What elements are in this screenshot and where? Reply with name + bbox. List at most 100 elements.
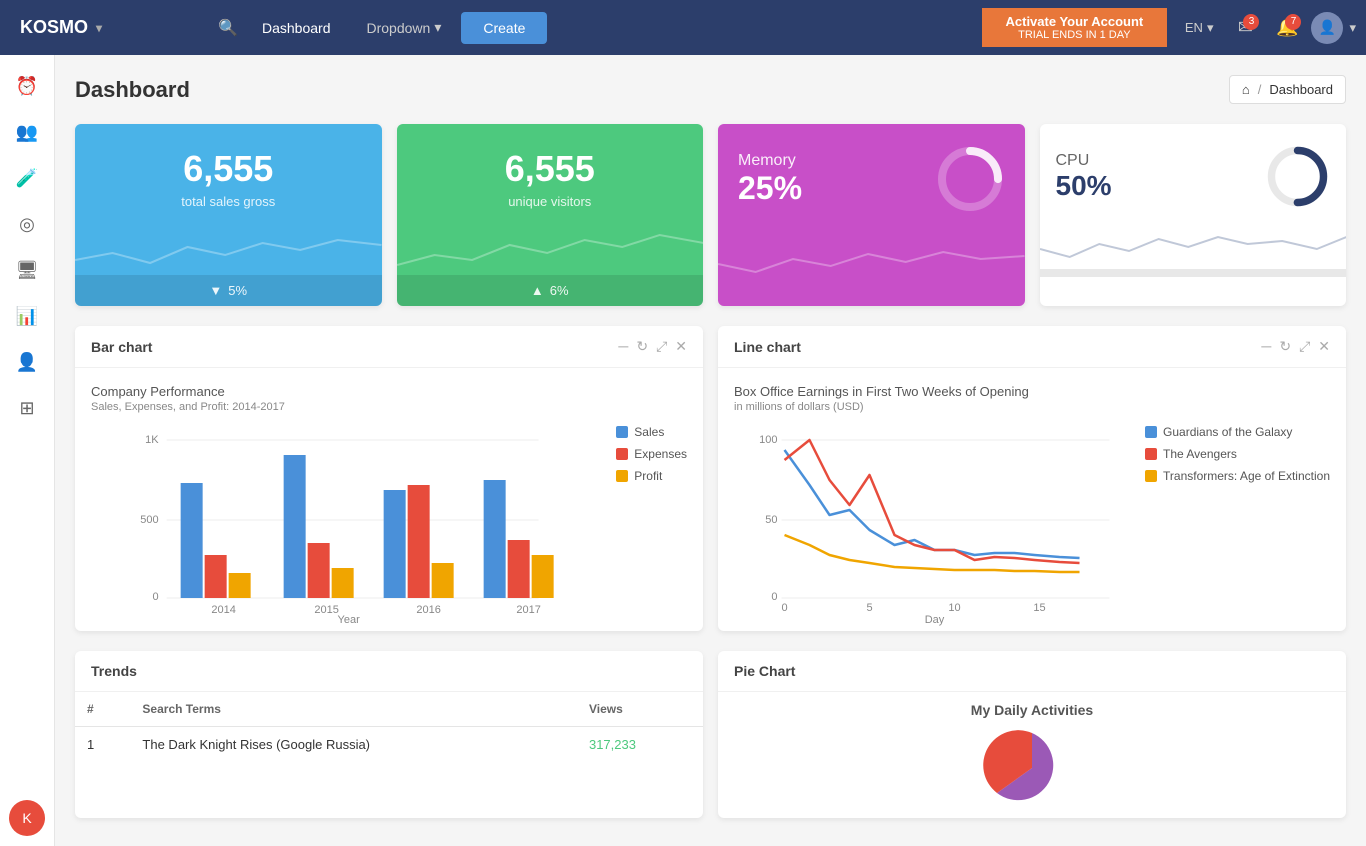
bar-minimize-icon[interactable]: ─	[618, 338, 628, 355]
trends-title: Trends	[91, 663, 137, 679]
sidebar-item-grid[interactable]: ⊞	[6, 387, 48, 429]
avatar[interactable]: 👤	[1311, 12, 1343, 44]
visitors-label: unique visitors	[417, 194, 684, 209]
bar-expand-icon[interactable]: ⤢	[656, 338, 667, 355]
breadcrumb-separator: /	[1258, 82, 1262, 97]
line-chart-subtext: in millions of dollars (USD)	[734, 401, 1330, 413]
navbar-right: EN ▾ ✉ 3 🔔 7 👤 ▾	[1167, 10, 1366, 46]
visitors-sparkline	[397, 225, 704, 275]
legend-transformers-dot	[1145, 470, 1157, 482]
line-x-axis-label: Day	[734, 614, 1135, 626]
cpu-label: CPU	[1056, 152, 1112, 170]
row-term: The Dark Knight Rises (Google Russia)	[130, 727, 577, 763]
line-minimize-icon[interactable]: ─	[1261, 338, 1271, 355]
svg-text:2017: 2017	[516, 604, 540, 615]
sidebar-item-flask[interactable]: 🧪	[6, 157, 48, 199]
sales-footer: ▼ 5%	[75, 275, 382, 306]
svg-text:5: 5	[866, 602, 872, 614]
bar-chart-subtitle: Company Performance	[91, 384, 687, 399]
bar-chart-subtext: Sales, Expenses, and Profit: 2014-2017	[91, 401, 687, 413]
bar-x-axis-label: Year	[91, 614, 606, 626]
brand-name: KOSMO	[20, 17, 88, 38]
legend-expenses: Expenses	[616, 447, 687, 461]
line-chart-body: Box Office Earnings in First Two Weeks o…	[718, 368, 1346, 631]
line-close-icon[interactable]: ✕	[1318, 338, 1330, 355]
trends-header: Trends	[75, 651, 703, 692]
nav-dropdown[interactable]: Dropdown ▾	[351, 11, 458, 44]
pie-chart-card: Pie Chart My Daily Activities	[718, 651, 1346, 818]
pie-chart-header: Pie Chart	[718, 651, 1346, 692]
page-header: Dashboard ⌂ / Dashboard	[75, 75, 1346, 104]
pie-chart-svg	[972, 728, 1092, 808]
bar-refresh-icon[interactable]: ↻	[636, 338, 648, 355]
notification-badge: 3	[1243, 14, 1259, 30]
svg-text:15: 15	[1033, 602, 1045, 614]
line-expand-icon[interactable]: ⤢	[1299, 338, 1310, 355]
sales-label: total sales gross	[95, 194, 362, 209]
memory-info-area: Memory 25%	[718, 124, 1025, 234]
breadcrumb-home-icon[interactable]: ⌂	[1242, 82, 1250, 97]
pie-chart-body: My Daily Activities	[718, 692, 1346, 818]
alert-badge: 7	[1285, 14, 1301, 30]
lang-chevron-icon: ▾	[1207, 20, 1214, 36]
nav-dashboard[interactable]: Dashboard	[246, 12, 347, 44]
sidebar-avatar[interactable]: K	[9, 800, 45, 836]
sales-trend-value: 5%	[228, 283, 247, 298]
line-legend: Guardians of the Galaxy The Avengers Tra…	[1145, 425, 1330, 615]
sidebar-item-toggle[interactable]: ◎	[6, 203, 48, 245]
memory-sparkline	[718, 234, 1025, 284]
col-views: Views	[577, 692, 703, 727]
sales-value: 6,555	[95, 148, 362, 190]
sidebar-item-users[interactable]: 👥	[6, 111, 48, 153]
bar-chart-title: Bar chart	[91, 339, 152, 355]
svg-text:2015: 2015	[314, 604, 338, 615]
brand-chevron-icon[interactable]: ▾	[96, 21, 102, 35]
sidebar-item-person[interactable]: 👤	[6, 341, 48, 383]
legend-sales-dot	[616, 426, 628, 438]
svg-text:0: 0	[781, 602, 787, 614]
svg-text:2014: 2014	[211, 604, 235, 615]
sales-sparkline	[75, 225, 382, 275]
table-row: 1 The Dark Knight Rises (Google Russia) …	[75, 727, 703, 763]
bar-chart-header: Bar chart ─ ↻ ⤢ ✕	[75, 326, 703, 368]
line-refresh-icon[interactable]: ↻	[1279, 338, 1291, 355]
legend-expenses-dot	[616, 448, 628, 460]
avatar-chevron-icon[interactable]: ▾	[1349, 20, 1356, 36]
search-button[interactable]: 🔍	[210, 10, 246, 46]
sales-trend-icon: ▼	[209, 283, 222, 298]
page-title: Dashboard	[75, 77, 190, 103]
svg-text:100: 100	[759, 434, 777, 446]
line-chart-actions: ─ ↻ ⤢ ✕	[1261, 338, 1330, 355]
bar-chart-actions: ─ ↻ ⤢ ✕	[618, 338, 687, 355]
bar-legend: Sales Expenses Profit	[616, 425, 687, 615]
sidebar-item-clock[interactable]: ⏰	[6, 65, 48, 107]
visitors-footer: ▲ 6%	[397, 275, 704, 306]
sidebar: ⏰ 👥 🧪 ◎ 🖥 📊 👤 ⊞ K	[0, 55, 55, 846]
bar-close-icon[interactable]: ✕	[675, 338, 687, 355]
notifications-button[interactable]: ✉ 3	[1227, 10, 1263, 46]
memory-title: Memory	[738, 152, 802, 170]
svg-text:50: 50	[765, 514, 777, 526]
visitors-trend-value: 6%	[550, 283, 569, 298]
svg-text:0: 0	[771, 591, 777, 603]
brand[interactable]: KOSMO ▾	[0, 17, 210, 38]
main-content: Dashboard ⌂ / Dashboard 6,555 total sale…	[55, 55, 1366, 838]
legend-avengers: The Avengers	[1145, 447, 1330, 461]
create-button[interactable]: Create	[461, 12, 547, 44]
nav-links: Dashboard Dropdown ▾ Create	[246, 11, 982, 44]
alerts-button[interactable]: 🔔 7	[1269, 10, 1305, 46]
stat-card-memory: Memory 25%	[718, 124, 1025, 306]
row-views: 317,233	[577, 727, 703, 763]
legend-profit: Profit	[616, 469, 687, 483]
sidebar-item-chart[interactable]: 📊	[6, 295, 48, 337]
bar-chart-svg: 1K 500 0 2014	[91, 425, 606, 615]
activate-banner[interactable]: Activate Your Account TRIAL ENDS IN 1 DA…	[982, 8, 1167, 47]
breadcrumb: ⌂ / Dashboard	[1229, 75, 1346, 104]
stat-cards: 6,555 total sales gross ▼ 5% 6,555 uniqu…	[75, 124, 1346, 306]
lang-selector[interactable]: EN ▾	[1177, 16, 1222, 40]
legend-profit-dot	[616, 470, 628, 482]
dropdown-chevron-icon: ▾	[434, 19, 441, 36]
sidebar-item-monitor[interactable]: 🖥	[6, 249, 48, 291]
stat-card-cpu: CPU 50%	[1040, 124, 1347, 306]
visitors-trend-icon: ▲	[531, 283, 544, 298]
